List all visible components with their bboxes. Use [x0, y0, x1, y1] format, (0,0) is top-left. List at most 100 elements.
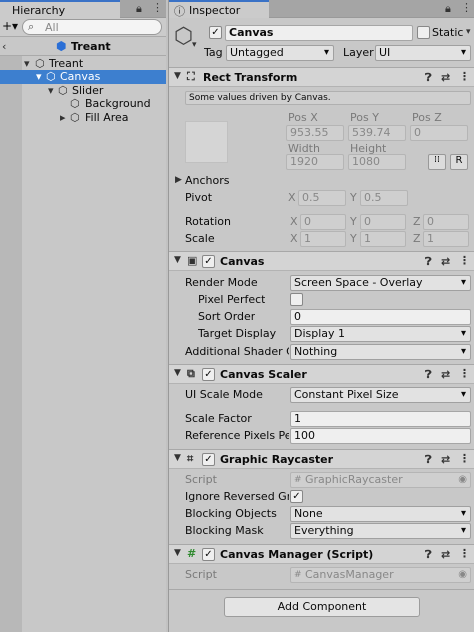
anchors-fold-icon[interactable]: ▶ [175, 175, 182, 185]
scale-y-field[interactable]: 1 [360, 231, 406, 247]
ui-scale-mode-dropdown[interactable]: Constant Pixel Size [290, 387, 471, 403]
lock-icon[interactable]: 🔒︎ [136, 2, 142, 16]
posy-label: Pos Y [350, 111, 379, 124]
canvas-scaler-header[interactable]: ▼ ⧉ ✓ Canvas Scaler ❓︎ ⇄ ⋮ [169, 364, 474, 384]
collapsed-arrow-icon[interactable]: ▸ [60, 111, 66, 124]
height-field[interactable]: 1080 [348, 154, 406, 170]
component-menu-icon[interactable]: ⋮ [459, 367, 470, 380]
rotation-y-field[interactable]: 0 [360, 214, 406, 230]
fold-arrow-icon[interactable]: ▼ [174, 453, 181, 463]
object-picker-icon[interactable]: ◉ [458, 473, 467, 487]
hierarchy-tab[interactable]: Hierarchy [0, 0, 120, 18]
graphic-raycaster-header[interactable]: ▼ ⌗ ✓ Graphic Raycaster ❓︎ ⇄ ⋮ [169, 449, 474, 469]
canvas-manager-header[interactable]: ▼ # ✓ Canvas Manager (Script) ❓︎ ⇄ ⋮ [169, 544, 474, 564]
preset-icon[interactable]: ⇄ [441, 453, 450, 466]
reference-pixels-field[interactable]: 100 [290, 428, 471, 444]
help-icon[interactable]: ❓︎ [425, 71, 432, 85]
raycaster-script-field[interactable]: # GraphicRaycaster ◉ [290, 472, 471, 488]
gameobject-icon: ⬡ [58, 84, 68, 97]
canvas-component-header[interactable]: ▼ ▣ ✓ Canvas ❓︎ ⇄ ⋮ [169, 251, 474, 271]
hierarchy-item-background[interactable]: ⬡ Background [0, 97, 166, 111]
scale-z-field[interactable]: 1 [423, 231, 469, 247]
rotation-z-field[interactable]: 0 [423, 214, 469, 230]
blocking-objects-dropdown[interactable]: None [290, 506, 471, 522]
static-checkbox[interactable] [417, 26, 430, 39]
help-icon[interactable]: ❓︎ [425, 453, 432, 467]
raw-edit-button[interactable]: R [450, 154, 468, 170]
component-menu-icon[interactable]: ⋮ [459, 254, 470, 267]
hierarchy-item-slider[interactable]: ▾ ⬡ Slider [0, 84, 166, 98]
sort-order-field[interactable]: 0 [290, 309, 471, 325]
rotation-x-field[interactable]: 0 [300, 214, 346, 230]
blueprint-mode-button[interactable]: ⁞⁞ [428, 154, 446, 170]
rot-y-label: Y [350, 215, 357, 228]
fold-arrow-icon[interactable]: ▼ [174, 255, 181, 265]
search-placeholder: All [45, 21, 59, 34]
target-display-dropdown[interactable]: Display 1 [290, 326, 471, 342]
active-checkbox[interactable]: ✓ [209, 26, 222, 39]
preset-icon[interactable]: ⇄ [441, 368, 450, 381]
expand-arrow-icon[interactable]: ▾ [36, 70, 42, 83]
canvas-scaler-enabled-checkbox[interactable]: ✓ [202, 368, 215, 381]
layer-dropdown[interactable]: UI [375, 45, 471, 61]
preset-icon[interactable]: ⇄ [441, 255, 450, 268]
help-icon[interactable]: ❓︎ [425, 368, 432, 382]
help-icon[interactable]: ❓︎ [425, 255, 432, 269]
component-title: Canvas Scaler [220, 368, 307, 381]
fold-arrow-icon[interactable]: ▼ [174, 71, 181, 81]
hierarchy-search-input[interactable]: ⌕ All [22, 19, 162, 35]
component-menu-icon[interactable]: ⋮ [459, 70, 470, 83]
scale-factor-field[interactable]: 1 [290, 411, 471, 427]
canvas-manager-script-field[interactable]: # CanvasManager ◉ [290, 567, 471, 583]
hierarchy-item-fill-area[interactable]: ▸ ⬡ Fill Area [0, 111, 166, 125]
expand-arrow-icon[interactable]: ▾ [24, 57, 30, 70]
additional-shader-channels-dropdown[interactable]: Nothing [290, 344, 471, 360]
more-icon[interactable]: ⋮ [461, 1, 472, 14]
anchor-preset-widget[interactable] [185, 121, 228, 163]
fold-arrow-icon[interactable]: ▼ [174, 548, 181, 558]
canvas-manager-enabled-checkbox[interactable]: ✓ [202, 548, 215, 561]
canvas-enabled-checkbox[interactable]: ✓ [202, 255, 215, 268]
raycaster-icon: ⌗ [187, 452, 194, 465]
back-arrow-icon[interactable]: ‹ [2, 40, 6, 53]
script-name: CanvasManager [305, 568, 394, 581]
canvas-icon: ▣ [187, 254, 198, 267]
add-dropdown-button[interactable]: +▾ [2, 19, 18, 33]
inspector-tab[interactable]: ⓘ Inspector [169, 0, 269, 18]
scale-x-field[interactable]: 1 [300, 231, 346, 247]
icon-dropdown-arrow-icon[interactable]: ▾ [192, 40, 197, 50]
inspector-panel: ⓘ Inspector 🔒︎ ⋮ ⬡ ▾ ✓ Canvas Static ▾ T… [168, 0, 474, 632]
object-picker-icon[interactable]: ◉ [458, 568, 467, 582]
help-icon[interactable]: ❓︎ [425, 548, 432, 562]
expand-arrow-icon[interactable]: ▾ [48, 84, 54, 97]
additional-shader-channels-label: Additional Shader Cha [185, 345, 289, 358]
static-dropdown-arrow-icon[interactable]: ▾ [466, 27, 471, 37]
rect-transform-header[interactable]: ▼ ⛶ Rect Transform ❓︎ ⇄ ⋮ [169, 67, 474, 87]
lock-icon[interactable]: 🔒︎ [445, 2, 451, 16]
width-field[interactable]: 1920 [286, 154, 344, 170]
pivot-y-field[interactable]: 0.5 [360, 190, 408, 206]
hierarchy-item-treant[interactable]: ▾ ⬡ Treant [0, 57, 166, 71]
tag-dropdown[interactable]: Untagged [226, 45, 334, 61]
graphic-raycaster-enabled-checkbox[interactable]: ✓ [202, 453, 215, 466]
pixel-perfect-checkbox[interactable] [290, 293, 303, 306]
hierarchy-item-canvas[interactable]: ▾ ⬡ Canvas [0, 70, 166, 84]
preset-icon[interactable]: ⇄ [441, 71, 450, 84]
component-menu-icon[interactable]: ⋮ [459, 452, 470, 465]
script-label: Script [185, 568, 217, 581]
fold-arrow-icon[interactable]: ▼ [174, 368, 181, 378]
sort-order-label: Sort Order [198, 310, 256, 323]
pivot-x-field[interactable]: 0.5 [298, 190, 346, 206]
scene-header[interactable]: ‹ ⬢ Treant [0, 38, 166, 56]
posx-field[interactable]: 953.55 [286, 125, 344, 141]
posz-field[interactable]: 0 [410, 125, 468, 141]
posy-field[interactable]: 539.74 [348, 125, 406, 141]
render-mode-dropdown[interactable]: Screen Space - Overlay [290, 275, 471, 291]
preset-icon[interactable]: ⇄ [441, 548, 450, 561]
ignore-reversed-graphics-checkbox[interactable]: ✓ [290, 490, 303, 503]
object-name-input[interactable]: Canvas [225, 25, 413, 41]
add-component-button[interactable]: Add Component [224, 597, 420, 617]
component-menu-icon[interactable]: ⋮ [459, 547, 470, 560]
more-icon[interactable]: ⋮ [152, 1, 163, 14]
blocking-mask-dropdown[interactable]: Everything [290, 523, 471, 539]
